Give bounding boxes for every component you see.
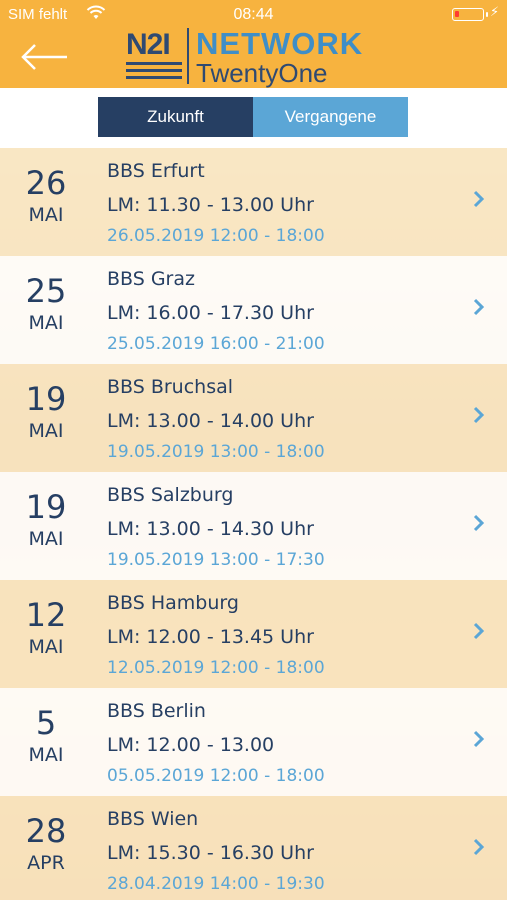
logo-twentyone: TwentyOne xyxy=(196,58,328,88)
event-datetime: 12.05.2019 12:00 - 18:00 xyxy=(107,658,325,678)
chevron-right-icon[interactable] xyxy=(470,512,486,534)
event-month: MAI xyxy=(28,312,64,334)
event-row[interactable]: 26 MAI BBS Erfurt LM: 11.30 - 13.00 Uhr … xyxy=(0,148,507,256)
clock: 08:44 xyxy=(233,6,274,23)
event-lm-time: LM: 16.00 - 17.30 Uhr xyxy=(107,302,314,324)
chevron-right-icon[interactable] xyxy=(470,296,486,318)
chevron-right-icon[interactable] xyxy=(470,620,486,642)
logo-network: NETWORK xyxy=(196,26,364,61)
event-datetime: 25.05.2019 16:00 - 21:00 xyxy=(107,334,325,354)
event-day: 5 xyxy=(35,704,57,742)
event-datetime: 05.05.2019 12:00 - 18:00 xyxy=(107,766,325,786)
tab-zukunft[interactable]: Zukunft xyxy=(98,97,253,137)
arrow-left-icon xyxy=(21,44,67,70)
event-datetime: 28.04.2019 14:00 - 19:30 xyxy=(107,874,325,894)
event-day: 19 xyxy=(25,488,67,526)
event-lm-time: LM: 15.30 - 16.30 Uhr xyxy=(107,842,314,864)
event-list: 26 MAI BBS Erfurt LM: 11.30 - 13.00 Uhr … xyxy=(0,148,507,900)
event-day: 28 xyxy=(25,812,67,850)
network-twentyone-logo: N2I NETWORK TwentyOne xyxy=(126,26,386,88)
event-title: BBS Salzburg xyxy=(107,484,234,506)
tab-vergangene[interactable]: Vergangene xyxy=(253,97,408,137)
event-row[interactable]: 25 MAI BBS Graz LM: 16.00 - 17.30 Uhr 25… xyxy=(0,256,507,364)
event-lm-time: LM: 13.00 - 14.00 Uhr xyxy=(107,410,314,432)
event-month: MAI xyxy=(28,204,64,226)
segmented-control-bar: Zukunft Vergangene xyxy=(0,88,507,148)
event-title: BBS Wien xyxy=(107,808,199,830)
event-lm-time: LM: 11.30 - 13.00 Uhr xyxy=(107,194,314,216)
back-button[interactable] xyxy=(20,42,70,72)
event-title: BBS Berlin xyxy=(107,700,206,722)
event-row[interactable]: 28 APR BBS Wien LM: 15.30 - 16.30 Uhr 28… xyxy=(0,796,507,900)
event-day: 25 xyxy=(25,272,67,310)
logo-divider xyxy=(187,28,189,84)
logo-mark: N2I xyxy=(126,28,171,61)
event-row[interactable]: 5 MAI BBS Berlin LM: 12.00 - 13.00 05.05… xyxy=(0,688,507,796)
event-day: 26 xyxy=(25,164,67,202)
event-month: MAI xyxy=(28,528,64,550)
event-lm-time: LM: 12.00 - 13.45 Uhr xyxy=(107,626,314,648)
event-lm-time: LM: 13.00 - 14.30 Uhr xyxy=(107,518,314,540)
chevron-right-icon[interactable] xyxy=(470,728,486,750)
event-day: 12 xyxy=(25,596,67,634)
event-datetime: 19.05.2019 13:00 - 18:00 xyxy=(107,442,325,462)
event-title: BBS Bruchsal xyxy=(107,376,234,398)
event-month: MAI xyxy=(28,744,64,766)
header-bar: SIM fehlt 08:44 ⚡ N2I NETWORK TwentyOne xyxy=(0,0,507,88)
event-datetime: 26.05.2019 12:00 - 18:00 xyxy=(107,226,325,246)
event-day: 19 xyxy=(25,380,67,418)
event-row[interactable]: 19 MAI BBS Salzburg LM: 13.00 - 14.30 Uh… xyxy=(0,472,507,580)
chevron-right-icon[interactable] xyxy=(470,404,486,426)
event-title: BBS Graz xyxy=(107,268,195,290)
event-title: BBS Erfurt xyxy=(107,160,205,182)
chevron-right-icon[interactable] xyxy=(470,188,486,210)
event-row[interactable]: 12 MAI BBS Hamburg LM: 12.00 - 13.45 Uhr… xyxy=(0,580,507,688)
event-row[interactable]: 19 MAI BBS Bruchsal LM: 13.00 - 14.00 Uh… xyxy=(0,364,507,472)
chevron-right-icon[interactable] xyxy=(470,836,486,858)
battery-icon xyxy=(452,8,488,21)
event-month: MAI xyxy=(28,420,64,442)
event-datetime: 19.05.2019 13:00 - 17:30 xyxy=(107,550,325,570)
event-month: APR xyxy=(27,852,65,874)
charging-icon: ⚡ xyxy=(490,4,500,19)
logo-lines xyxy=(126,62,182,83)
event-month: MAI xyxy=(28,636,64,658)
event-title: BBS Hamburg xyxy=(107,592,239,614)
event-lm-time: LM: 12.00 - 13.00 xyxy=(107,734,275,756)
